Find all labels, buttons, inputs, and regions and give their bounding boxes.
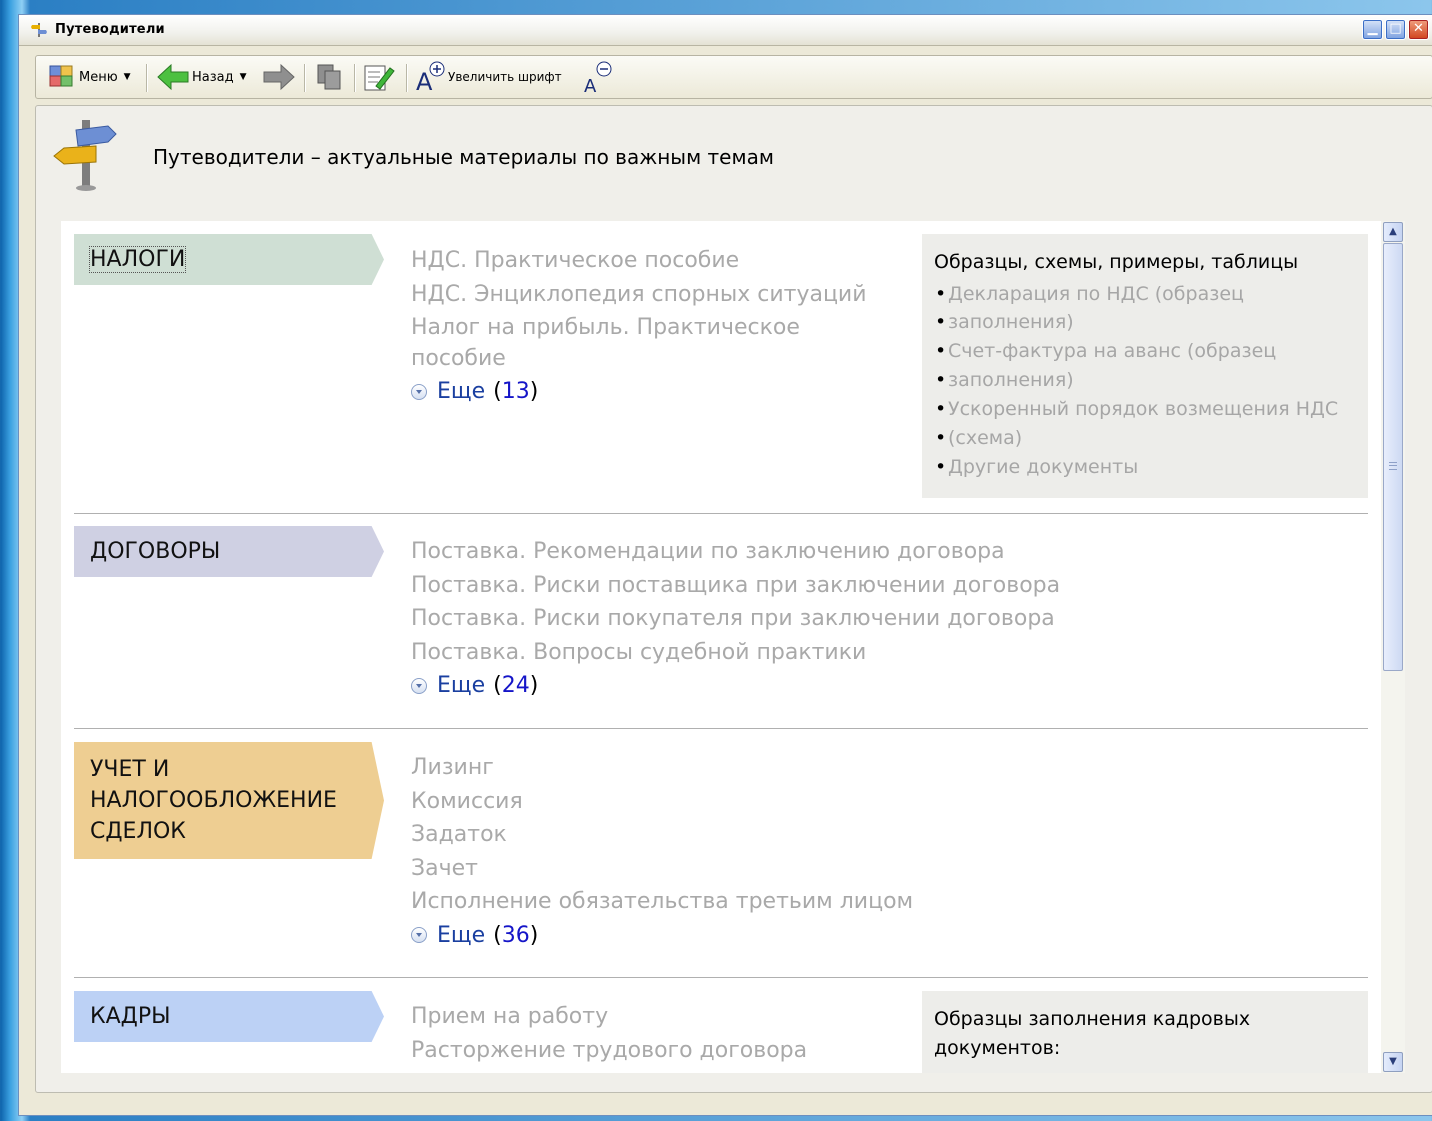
- scroll-thumb[interactable]: [1383, 243, 1403, 671]
- section-tag-staff[interactable]: КАДРЫ: [74, 991, 384, 1042]
- guide-link[interactable]: НДС. Энциклопедия спорных ситуаций: [411, 278, 867, 312]
- guide-link[interactable]: Поставка. Риски поставщика при заключени…: [411, 569, 1060, 603]
- close-button[interactable]: ✕: [1408, 19, 1429, 40]
- section-links-staff: Прием на работу Расторжение трудового до…: [411, 1000, 807, 1067]
- window-title: Путеводители: [55, 22, 165, 37]
- section-title: КАДРЫ: [90, 1004, 171, 1029]
- guide-link[interactable]: Поставка. Вопросы судебной практики: [411, 636, 1060, 670]
- more-label: Еще: [437, 379, 486, 404]
- menu-label: Меню: [79, 69, 118, 85]
- guides-panel: НАЛОГИ НДС. Практическое пособие НДС. Эн…: [61, 221, 1381, 1073]
- expand-icon: [411, 927, 427, 944]
- scroll-up-button[interactable]: ▲: [1383, 222, 1403, 242]
- more-link[interactable]: Еще (13): [411, 375, 867, 409]
- edit-document-button[interactable]: [362, 56, 396, 98]
- section-tag-contracts[interactable]: ДОГОВОРЫ: [74, 526, 384, 577]
- forward-arrow-icon: [263, 63, 295, 91]
- maximize-button[interactable]: □: [1385, 19, 1406, 40]
- staff-samples-box: Образцы заполнения кадровых документов:: [922, 991, 1368, 1073]
- section-divider: [74, 728, 1368, 729]
- section-divider: [74, 513, 1368, 514]
- sample-link[interactable]: Ускоренный порядок возмещения НДС: [934, 395, 1358, 424]
- chevron-down-icon: ▼: [239, 72, 247, 82]
- minimize-icon: ▁: [1367, 21, 1378, 36]
- chevron-down-icon: ▼: [123, 72, 131, 82]
- forward-button[interactable]: [262, 56, 296, 98]
- minimize-button[interactable]: ▁: [1362, 19, 1383, 40]
- back-label: Назад: [192, 69, 234, 85]
- maximize-icon: □: [1389, 21, 1402, 36]
- guide-link[interactable]: Расторжение трудового договора: [411, 1034, 807, 1068]
- section-title: ДОГОВОРЫ: [90, 539, 221, 564]
- expand-icon: [411, 383, 427, 400]
- font-increase-icon: A: [416, 61, 445, 94]
- increase-font-label: Увеличить шрифт: [448, 70, 562, 84]
- more-label: Еще: [437, 673, 486, 698]
- section-divider: [74, 977, 1368, 978]
- section-links-contracts: Поставка. Рекомендации по заключению дог…: [411, 535, 1060, 703]
- section-title: НАЛОГИ: [88, 246, 187, 273]
- copy-icon: [317, 64, 341, 90]
- section-title-line: НАЛОГООБЛОЖЕНИЕ: [90, 788, 337, 813]
- section-links-deals: Лизинг Комиссия Задаток Зачет Исполнение…: [411, 751, 913, 952]
- sample-link[interactable]: Декларация по НДС (образец: [934, 280, 1358, 309]
- edit-document-icon: [364, 65, 395, 91]
- menu-button[interactable]: Меню ▼: [48, 56, 131, 98]
- guide-link[interactable]: НДС. Практическое пособие: [411, 244, 867, 278]
- scroll-down-button[interactable]: ▼: [1383, 1052, 1403, 1072]
- section-title-line: УЧЕТ И: [90, 757, 170, 782]
- section-title-line: СДЕЛОК: [90, 819, 186, 844]
- decrease-font-button[interactable]: A: [582, 56, 616, 98]
- sample-link-cont[interactable]: заполнения): [934, 366, 1358, 395]
- signpost-icon: [53, 120, 117, 191]
- guide-link[interactable]: пособие: [411, 342, 867, 376]
- more-link[interactable]: Еще (36): [411, 919, 913, 953]
- toolbar: Меню ▼ Назад ▼ A Увеличить шрифт A: [35, 55, 1432, 99]
- font-decrease-icon: A: [584, 61, 612, 94]
- sample-link[interactable]: Счет-фактура на аванс (образец: [934, 337, 1358, 366]
- page-title: Путеводители – актуальные материалы по в…: [153, 145, 774, 169]
- sample-link-cont[interactable]: (схема): [934, 424, 1358, 453]
- expand-icon: [411, 677, 427, 694]
- more-count: 36: [501, 922, 530, 948]
- menu-icon: [49, 65, 73, 87]
- samples-box: Образцы, схемы, примеры, таблицы Деклара…: [922, 234, 1368, 498]
- guide-link[interactable]: Поставка. Риски покупателя при заключени…: [411, 602, 1060, 636]
- more-count: 13: [501, 379, 530, 404]
- guide-link[interactable]: Задаток: [411, 818, 913, 852]
- guide-link[interactable]: Комиссия: [411, 785, 913, 819]
- samples-heading-line: Образцы заполнения кадровых: [934, 1008, 1251, 1030]
- section-tag-deals[interactable]: УЧЕТ И НАЛОГООБЛОЖЕНИЕ СДЕЛОК: [74, 742, 384, 859]
- guide-link[interactable]: Прием на работу: [411, 1000, 807, 1034]
- samples-heading-line: документов:: [934, 1037, 1061, 1059]
- section-links-taxes: НДС. Практическое пособие НДС. Энциклопе…: [411, 244, 867, 409]
- close-icon: ✕: [1413, 21, 1424, 36]
- guide-link[interactable]: Зачет: [411, 852, 913, 886]
- back-arrow-icon: [157, 63, 189, 91]
- copy-button[interactable]: [314, 56, 344, 98]
- guide-link[interactable]: Поставка. Рекомендации по заключению дог…: [411, 535, 1060, 569]
- vertical-scrollbar[interactable]: ▲ ▼: [1381, 221, 1405, 1073]
- increase-font-button[interactable]: A Увеличить шрифт: [414, 56, 562, 98]
- more-label: Еще: [437, 922, 486, 948]
- sample-link-cont[interactable]: заполнения): [934, 308, 1358, 337]
- sample-link[interactable]: Другие документы: [934, 453, 1358, 482]
- grip-icon: [1389, 462, 1397, 470]
- back-button[interactable]: Назад ▼: [156, 56, 247, 98]
- samples-heading: Образцы, схемы, примеры, таблицы: [934, 251, 1299, 273]
- guide-link[interactable]: Лизинг: [411, 751, 913, 785]
- signpost-icon: [31, 23, 47, 37]
- guide-link[interactable]: Налог на прибыль. Практическое: [411, 311, 867, 345]
- title-bar[interactable]: Путеводители ▁ □ ✕: [19, 15, 1432, 46]
- more-link[interactable]: Еще (24): [411, 669, 1060, 703]
- section-tag-taxes[interactable]: НАЛОГИ: [74, 234, 384, 285]
- svg-text:A: A: [584, 76, 597, 94]
- guide-link[interactable]: Исполнение обязательства третьим лицом: [411, 885, 913, 919]
- more-count: 24: [501, 673, 530, 698]
